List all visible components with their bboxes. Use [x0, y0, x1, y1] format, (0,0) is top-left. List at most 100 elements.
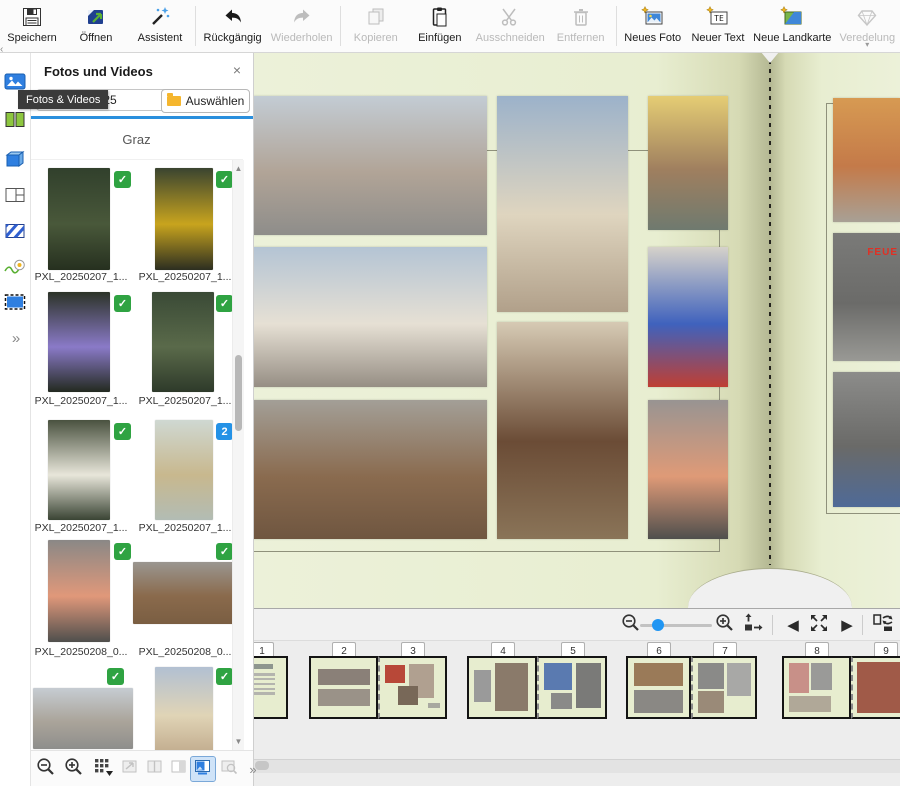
- photo-thumbnail[interactable]: [33, 688, 133, 749]
- photo-thumbnail[interactable]: [152, 292, 214, 392]
- sidebar-item-backgrounds[interactable]: [2, 148, 28, 174]
- selected-check-badge[interactable]: ✓: [107, 668, 124, 685]
- move-pages-button[interactable]: [873, 614, 895, 636]
- scroll-up-icon[interactable]: ▲: [233, 164, 244, 173]
- filmstrip-scrollbar-track[interactable]: [253, 759, 900, 773]
- book-photo-ground-leaves[interactable]: [253, 400, 487, 539]
- usage-count-badge[interactable]: 2: [216, 423, 233, 440]
- controls-separator: [862, 615, 863, 635]
- view-d-icon: [194, 758, 212, 781]
- open-label: Öffnen: [80, 32, 113, 44]
- thumb-photo-block: [727, 663, 751, 696]
- view-move-button[interactable]: [118, 757, 142, 781]
- next-page-button[interactable]: ▶: [836, 614, 858, 636]
- copy-button[interactable]: Kopieren: [344, 0, 408, 52]
- photo-thumbnail[interactable]: [48, 168, 110, 270]
- book-photo-kite-figure[interactable]: [648, 247, 728, 387]
- folder-icon: [167, 96, 181, 106]
- view-split-button[interactable]: [143, 757, 167, 781]
- new-text-button[interactable]: TENeuer Text: [686, 0, 750, 52]
- photo-thumbnail[interactable]: [48, 540, 110, 642]
- sidebar-item-photo-borders[interactable]: [2, 291, 28, 317]
- photo-thumbnail[interactable]: [133, 562, 237, 624]
- book-photo-orange-building[interactable]: [833, 98, 900, 222]
- book-photo-church[interactable]: [497, 96, 628, 312]
- photo-thumbnail[interactable]: [48, 420, 110, 520]
- zoom-out-button[interactable]: [620, 614, 642, 636]
- more-tools-button[interactable]: »: [241, 757, 265, 781]
- page-thumbnail-3[interactable]: [378, 656, 447, 719]
- selected-check-badge[interactable]: ✓: [216, 543, 233, 560]
- book-photo-portal-door[interactable]: [497, 322, 628, 539]
- zoom-out-button[interactable]: [34, 757, 58, 781]
- zoom-in-button[interactable]: [62, 757, 86, 781]
- save-button[interactable]: Speichern: [0, 0, 64, 52]
- selected-check-badge[interactable]: ✓: [114, 295, 131, 312]
- book-photo-building-tree[interactable]: [253, 247, 487, 387]
- page-thumbnail-9[interactable]: [851, 656, 900, 719]
- assistant-button[interactable]: Assistent: [128, 0, 192, 52]
- photo-group-header[interactable]: Graz: [30, 119, 243, 160]
- selected-check-badge[interactable]: ✓: [216, 295, 233, 312]
- page-thumbnail-7[interactable]: [691, 656, 757, 719]
- new-photo-button[interactable]: Neues Foto: [620, 0, 686, 52]
- sidebar-item-masks[interactable]: [2, 220, 28, 246]
- refine-button[interactable]: Veredelung▾: [835, 0, 900, 52]
- delete-button[interactable]: Entfernen: [549, 0, 613, 52]
- redo-button[interactable]: Wiederholen: [266, 0, 337, 52]
- book-photo-fire-station[interactable]: FEUE: [833, 233, 900, 361]
- photo-thumbnail[interactable]: [155, 168, 213, 270]
- cut-button[interactable]: Ausschneiden: [472, 0, 549, 52]
- collapse-panel-icon[interactable]: ‹: [0, 44, 3, 55]
- fit-spread-button[interactable]: [808, 614, 830, 636]
- book-photo-bicycles[interactable]: [833, 372, 900, 507]
- thumb-photo-block: [634, 690, 683, 712]
- selected-check-badge[interactable]: ✓: [216, 171, 233, 188]
- sidebar-item-cliparts[interactable]: [2, 256, 28, 282]
- photo-list-scrollbar-thumb[interactable]: [235, 355, 242, 431]
- selected-check-badge[interactable]: ✓: [114, 423, 131, 440]
- sidebar-item-layout-frames[interactable]: [2, 184, 28, 210]
- thumb-size-button[interactable]: [92, 757, 116, 781]
- book-photo-bollard[interactable]: [648, 400, 728, 539]
- zoom-in-button[interactable]: [714, 614, 736, 636]
- zoom-slider-track[interactable]: [640, 624, 712, 627]
- photo-thumbnail[interactable]: [155, 667, 213, 750]
- book-photo-market[interactable]: [648, 96, 728, 230]
- view-find-button[interactable]: [217, 757, 241, 781]
- sidebar-item-more[interactable]: »: [2, 325, 28, 351]
- selected-check-badge[interactable]: ✓: [216, 668, 233, 685]
- save-icon: [21, 5, 43, 29]
- scroll-down-icon[interactable]: ▼: [233, 737, 244, 746]
- book-photo-street-hill[interactable]: [253, 96, 487, 235]
- selected-check-badge[interactable]: ✓: [114, 543, 131, 560]
- page-thumbnail-2[interactable]: [309, 656, 378, 719]
- expand-icon: [808, 612, 830, 639]
- selected-check-badge[interactable]: ✓: [114, 171, 131, 188]
- photo-thumbnail[interactable]: [155, 420, 213, 520]
- photo-list-scrollbar[interactable]: ▲ ▼: [232, 160, 244, 750]
- close-icon[interactable]: ×: [229, 62, 245, 78]
- fit-page-button[interactable]: [742, 614, 764, 636]
- svg-text:TE: TE: [714, 14, 724, 23]
- new-map-button[interactable]: Neue Landkarte: [750, 0, 835, 52]
- photo-thumbnail[interactable]: [48, 292, 110, 392]
- view-used-button[interactable]: [191, 757, 215, 781]
- page-thumbnail-4[interactable]: [467, 656, 537, 719]
- choose-folder-button[interactable]: Auswählen: [161, 89, 250, 113]
- undo-button[interactable]: Rückgängig: [199, 0, 266, 52]
- view-right-button[interactable]: [167, 757, 191, 781]
- paste-button[interactable]: Einfügen: [408, 0, 472, 52]
- borders-icon: [4, 292, 26, 317]
- sidebar-item-layouts[interactable]: [2, 108, 28, 134]
- page-thumbnail-8[interactable]: [782, 656, 851, 719]
- page-thumbnail-6[interactable]: [626, 656, 691, 719]
- tooltip: Fotos & Videos: [18, 90, 108, 109]
- open-button[interactable]: Öffnen: [64, 0, 128, 52]
- page-thumbnail-5[interactable]: [537, 656, 607, 719]
- magminus-icon: [36, 757, 56, 782]
- zoom-slider-thumb[interactable]: [652, 619, 664, 631]
- prev-page-button[interactable]: ◀: [782, 614, 804, 636]
- undo-label: Rückgängig: [204, 32, 262, 44]
- frames-layout-icon: [4, 185, 26, 210]
